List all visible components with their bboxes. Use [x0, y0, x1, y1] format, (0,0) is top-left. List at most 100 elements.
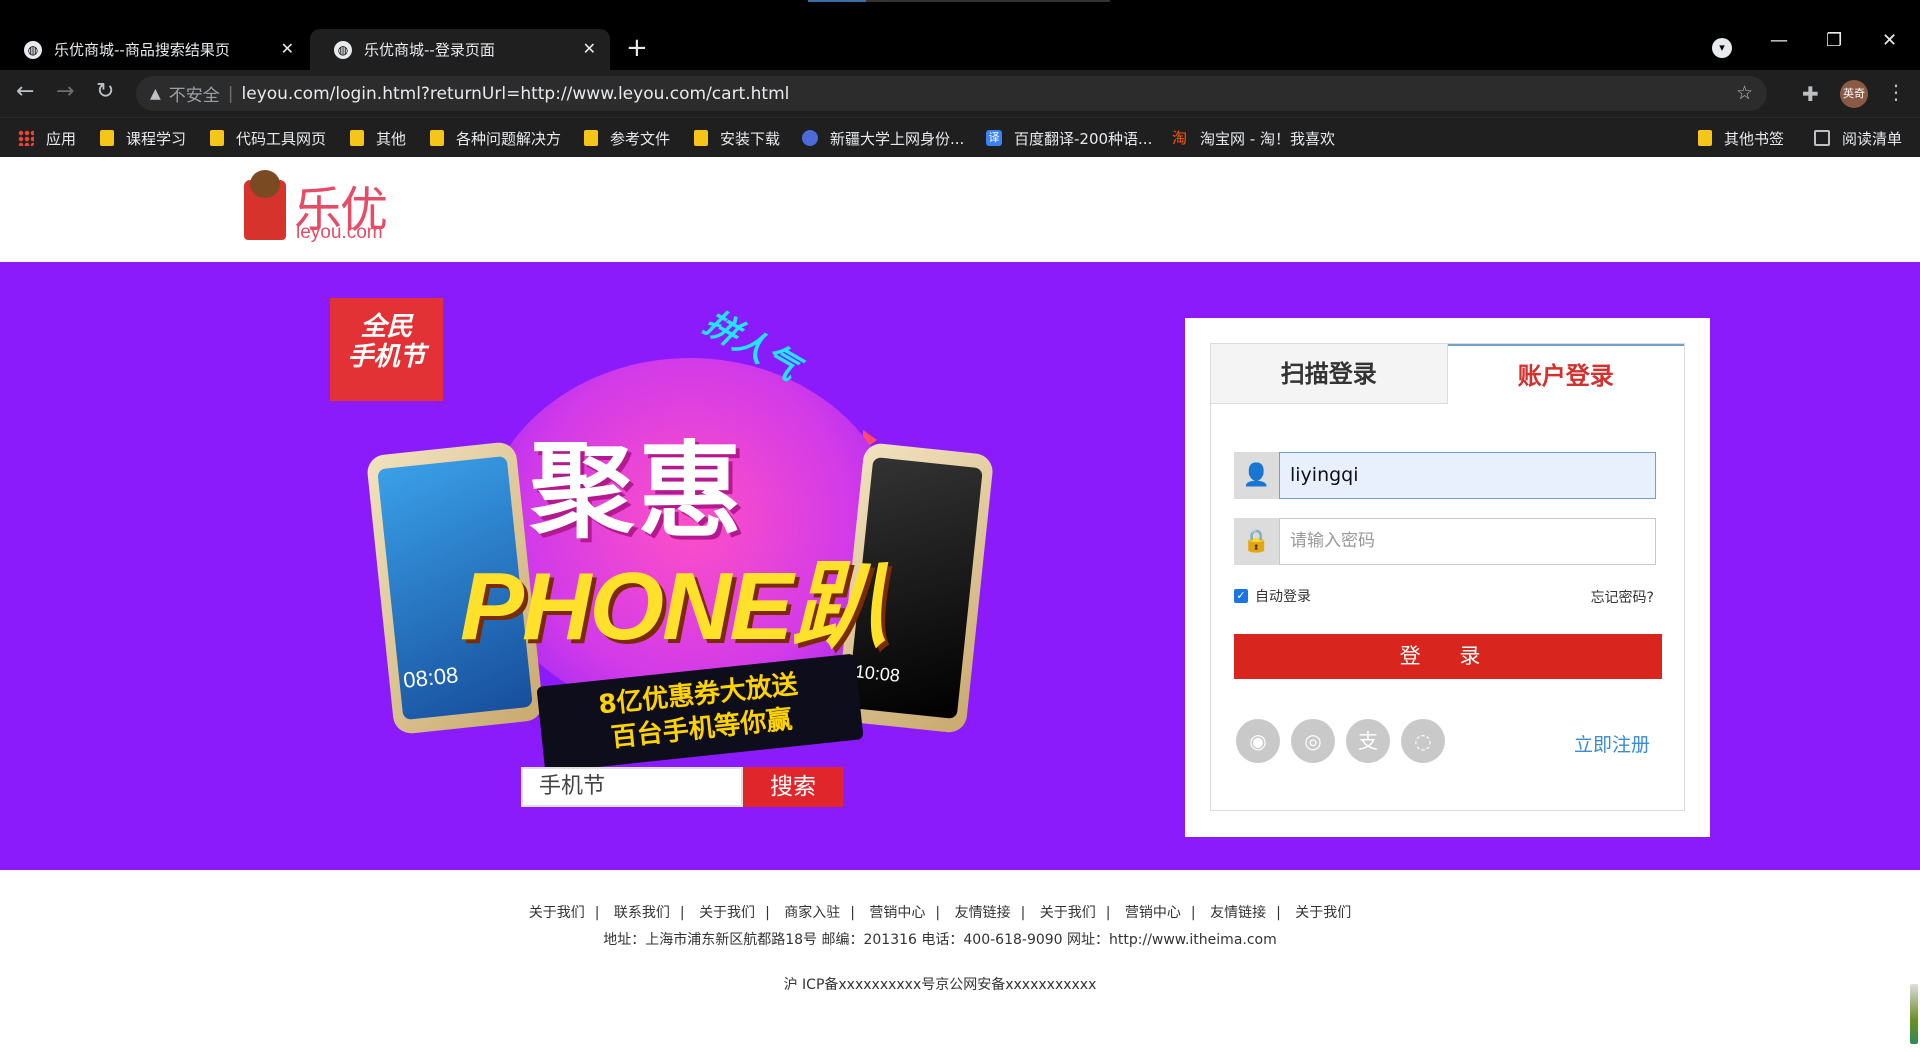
weibo-icon[interactable]: ◎: [1291, 719, 1335, 763]
globe-icon: ◍: [334, 40, 352, 59]
extensions-icon[interactable]: ✚: [1802, 82, 1819, 106]
bookmark-folder[interactable]: 代码工具网页: [210, 126, 326, 150]
bookmark-folder[interactable]: 各种问题解决方: [430, 126, 561, 150]
login-panel: 扫描登录 账户登录 👤 liyingqi 🔒 请输入密码 ✓ 自动登录 忘记密码…: [1185, 318, 1710, 837]
page-content: 乐优 leyou.com 全民 手机节 08:08 10:08 拼人气 聚惠 P…: [0, 157, 1920, 1052]
login-button[interactable]: 登 录: [1234, 634, 1662, 679]
footer-address: 地址：上海市浦东新区航都路18号 邮编：201316 电话：400-618-90…: [603, 932, 1277, 948]
forward-icon[interactable]: →: [56, 80, 74, 104]
social-login: ◉ ◎ 支 ◌: [1236, 719, 1456, 763]
mascot-icon: [244, 170, 286, 240]
bookmark-label: 课程学习: [126, 129, 187, 148]
close-tab-icon[interactable]: ✕: [583, 39, 596, 58]
bookmark-apps[interactable]: 应用: [18, 126, 76, 150]
bookmark-folder[interactable]: 参考文件: [584, 126, 670, 150]
bookmark-label: 代码工具网页: [236, 129, 327, 148]
bookmark-folder[interactable]: 安装下载: [694, 126, 780, 150]
logo-domain: leyou.com: [296, 222, 383, 243]
bookmark-folder[interactable]: 其他: [350, 126, 406, 150]
bookmark-link[interactable]: 新疆大学上网身份...: [802, 126, 964, 150]
bookmark-other[interactable]: 其他书签: [1698, 126, 1784, 150]
browser-tab-login[interactable]: ◍ 乐优商城--登录页面 ✕: [310, 29, 610, 70]
site-footer: 关于我们 | 联系我们 | 关于我们 | 商家入驻 | 营销中心 | 友情链接 | 关于我们…: [0, 870, 1920, 1052]
browser-toolbar: ← → ↻ ▲ 不安全 | leyou.com/login.html?retur…: [0, 70, 1920, 117]
address-bar[interactable]: ▲ 不安全 | leyou.com/login.html?returnUrl=h…: [136, 76, 1767, 111]
auto-login-label: 自动登录: [1255, 589, 1311, 605]
footer-link[interactable]: 商家入驻: [774, 905, 850, 921]
globe-icon: [802, 130, 818, 146]
warning-icon[interactable]: ▲: [150, 86, 161, 102]
restore-icon[interactable]: ❐: [1826, 30, 1842, 51]
new-tab-icon[interactable]: +: [626, 35, 648, 61]
bookmark-link[interactable]: 译百度翻译-200种语...: [986, 126, 1152, 150]
bookmark-label: 淘宝网 - 淘！我喜欢: [1200, 129, 1335, 148]
bookmark-label: 新疆大学上网身份...: [830, 129, 965, 148]
bookmark-label: 各种问题解决方: [456, 129, 562, 148]
site-logo[interactable]: 乐优 leyou.com: [244, 170, 392, 246]
bookmark-label: 其他书签: [1724, 129, 1785, 148]
promo-search: 手机节 搜索: [521, 767, 843, 807]
folder-icon: [694, 130, 708, 146]
url-text[interactable]: leyou.com/login.html?returnUrl=http://ww…: [242, 84, 790, 104]
promo-search-input[interactable]: 手机节: [521, 767, 743, 807]
site-header: 乐优 leyou.com: [0, 157, 1920, 262]
footer-link[interactable]: 关于我们: [689, 905, 765, 921]
footer-link[interactable]: 友情链接: [1200, 905, 1276, 921]
password-input[interactable]: 请输入密码: [1279, 518, 1656, 565]
tab-strip-indicator: [808, 0, 1110, 2]
footer-link[interactable]: 营销中心: [859, 905, 935, 921]
footer-link[interactable]: 关于我们: [1285, 905, 1361, 921]
tab-search-icon[interactable]: ▾: [1712, 38, 1732, 58]
alipay-icon[interactable]: 支: [1346, 719, 1390, 763]
bookmark-link[interactable]: 淘淘宝网 - 淘！我喜欢: [1172, 126, 1335, 150]
footer-link[interactable]: 营销中心: [1115, 905, 1191, 921]
user-icon: 👤: [1234, 452, 1279, 499]
wechat-icon[interactable]: ◌: [1401, 719, 1445, 763]
qq-icon[interactable]: ◉: [1236, 719, 1280, 763]
footer-link[interactable]: 关于我们: [519, 905, 595, 921]
bookmark-label: 阅读清单: [1842, 129, 1903, 148]
lock-icon: 🔒: [1234, 518, 1279, 565]
browser-tab-search-results[interactable]: ◍ 乐优商城--商品搜索结果页 ✕: [0, 29, 308, 70]
tab-account-login[interactable]: 账户登录: [1447, 344, 1684, 404]
folder-icon: [350, 130, 364, 146]
close-tab-icon[interactable]: ✕: [281, 39, 294, 58]
menu-icon[interactable]: ⋮: [1886, 80, 1906, 104]
register-link[interactable]: 立即注册: [1574, 730, 1650, 757]
password-field: 🔒 请输入密码: [1234, 518, 1656, 565]
folder-icon: [430, 130, 444, 146]
footer-link[interactable]: 联系我们: [604, 905, 680, 921]
security-label[interactable]: 不安全: [169, 81, 220, 106]
footer-link[interactable]: 关于我们: [1030, 905, 1106, 921]
promo-phone-text: PHONE趴: [460, 553, 887, 660]
apps-icon: [18, 130, 34, 146]
browser-tab-strip: ◍ 乐优商城--商品搜索结果页 ✕ ◍ 乐优商城--登录页面 ✕ + ▾ — ❐…: [0, 0, 1920, 70]
reading-list[interactable]: 阅读清单: [1814, 126, 1902, 150]
footer-link[interactable]: 友情链接: [945, 905, 1021, 921]
username-field: 👤 liyingqi: [1234, 452, 1656, 499]
profile-avatar[interactable]: 英奇: [1840, 80, 1868, 108]
auto-login-checkbox[interactable]: ✓: [1234, 589, 1248, 603]
tab-title: 乐优商城--登录页面: [364, 41, 495, 59]
footer-icp: 沪 ICP备xxxxxxxxxx号京公网安备xxxxxxxxxxx: [783, 977, 1097, 993]
bookmark-star-icon[interactable]: ☆: [1736, 82, 1753, 104]
bookmark-folder[interactable]: 课程学习: [100, 126, 186, 150]
forgot-password-link[interactable]: 忘记密码?: [1591, 587, 1654, 607]
address-separator: |: [227, 83, 234, 104]
promo-search-button[interactable]: 搜索: [743, 767, 843, 807]
bookmark-label: 百度翻译-200种语...: [1014, 129, 1153, 148]
translate-icon: 译: [986, 130, 1002, 146]
close-window-icon[interactable]: ✕: [1882, 30, 1897, 51]
username-input[interactable]: liyingqi: [1279, 452, 1656, 499]
auto-login-option[interactable]: ✓ 自动登录: [1234, 586, 1311, 606]
volume-indicator: [1910, 984, 1918, 1044]
back-icon[interactable]: ←: [16, 80, 34, 104]
reading-list-icon: [1814, 130, 1830, 146]
bookmark-label: 其他: [376, 129, 407, 148]
footer-links: 关于我们 | 联系我们 | 关于我们 | 商家入驻 | 营销中心 | 友情链接 | 关于我们…: [0, 902, 1920, 922]
bookmark-label: 参考文件: [610, 129, 671, 148]
minimize-icon[interactable]: —: [1770, 30, 1788, 51]
reload-icon[interactable]: ↻: [96, 80, 114, 104]
tab-scan-login[interactable]: 扫描登录: [1211, 344, 1448, 404]
taobao-icon: 淘: [1172, 129, 1188, 147]
